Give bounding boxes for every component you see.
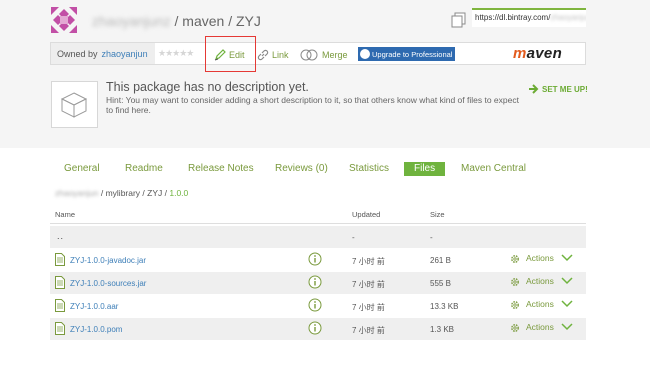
tab-files[interactable]: Files <box>404 162 446 176</box>
chevron-down-icon[interactable] <box>561 300 573 308</box>
tab-general[interactable]: General <box>64 163 100 174</box>
header-name[interactable]: Name <box>55 210 75 219</box>
file-size: 261 B <box>430 256 451 265</box>
file-updated: 7 小时 前 <box>352 303 385 312</box>
file-icon <box>55 322 65 335</box>
info-icon[interactable] <box>308 298 322 312</box>
file-name-link[interactable]: ZYJ-1.0.0.aar <box>70 302 118 311</box>
breadcrumb-path[interactable]: / maven / ZYJ <box>175 13 261 29</box>
tab-reviews[interactable]: Reviews (0) <box>275 163 328 174</box>
tab-readme[interactable]: Readme <box>125 163 163 174</box>
actions-button[interactable]: Actions <box>526 299 554 309</box>
parent-size: - <box>430 233 433 242</box>
chevron-down-icon[interactable] <box>561 254 573 262</box>
merge-icon <box>300 49 318 61</box>
owned-by: Owned by zhaoyanjun <box>51 43 155 64</box>
file-path-breadcrumb: zhaoyanjun / mylibrary / ZYJ / 1.0.0 <box>55 188 188 198</box>
gear-icon[interactable] <box>510 277 520 287</box>
set-me-up-label: SET ME UP! <box>542 85 588 94</box>
table-row[interactable]: ZYJ-1.0.0.aar 7 小时 前 13.3 KB Actions <box>50 295 586 317</box>
info-icon[interactable] <box>308 252 322 266</box>
download-url-blurred: zhaoyanjun <box>550 13 586 22</box>
actions-button[interactable]: Actions <box>526 276 554 286</box>
maven-logo: maven <box>513 45 563 62</box>
owned-by-label: Owned by <box>57 49 98 59</box>
table-row[interactable]: ZYJ-1.0.0-javadoc.jar 7 小时 前 261 B Actions <box>50 249 586 271</box>
rating-stars[interactable]: ★★★★★ <box>158 48 194 59</box>
info-icon[interactable] <box>308 321 322 335</box>
chevron-down-icon[interactable] <box>561 323 573 331</box>
file-size: 13.3 KB <box>430 302 459 311</box>
header-updated[interactable]: Updated <box>352 210 380 219</box>
parent-directory-link[interactable]: .. <box>57 231 64 241</box>
description-hint: Hint: You may want to consider adding a … <box>106 95 519 115</box>
actions-button[interactable]: Actions <box>526 253 554 263</box>
file-updated: 7 小时 前 <box>352 280 385 289</box>
avatar[interactable] <box>51 7 77 33</box>
file-size: 1.3 KB <box>430 325 455 334</box>
file-name-link[interactable]: ZYJ-1.0.0.pom <box>70 325 122 334</box>
files-table-header: Name Updated Size <box>50 204 586 224</box>
tab-statistics[interactable]: Statistics <box>349 163 389 174</box>
description-title: This package has no description yet. <box>106 80 309 94</box>
info-icon[interactable] <box>308 275 322 289</box>
table-row[interactable]: ZYJ-1.0.0-sources.jar 7 小时 前 555 B Actions <box>50 272 586 294</box>
file-updated: 7 小时 前 <box>352 326 385 335</box>
gear-icon[interactable] <box>510 323 520 333</box>
set-me-up-arrow-icon <box>529 84 539 94</box>
edit-highlight-box <box>205 36 256 72</box>
file-icon <box>55 299 65 312</box>
package-box-icon <box>60 92 88 118</box>
link-button[interactable]: Link <box>257 49 289 61</box>
owner-link[interactable]: zhaoyanjun <box>102 49 148 59</box>
parent-updated: - <box>352 233 355 242</box>
path-middle[interactable]: / mylibrary / ZYJ / <box>101 188 167 198</box>
gear-icon[interactable] <box>510 300 520 310</box>
parent-directory-row[interactable]: .. - - <box>50 226 586 248</box>
download-url-field[interactable]: https://dl.bintray.com/zhaoyanjun <box>472 8 586 27</box>
copy-icon[interactable] <box>451 12 467 28</box>
link-icon <box>257 49 269 61</box>
file-icon <box>55 276 65 289</box>
download-url-text: https://dl.bintray.com/ <box>475 13 551 22</box>
tab-release-notes[interactable]: Release Notes <box>188 163 254 174</box>
link-label: Link <box>272 50 289 60</box>
upgrade-label: Upgrade to Professional <box>372 50 453 59</box>
path-owner[interactable]: zhaoyanjun <box>55 188 98 198</box>
set-me-up-button[interactable]: SET ME UP! <box>528 84 588 94</box>
merge-button[interactable]: Merge <box>299 49 348 61</box>
actions-button[interactable]: Actions <box>526 322 554 332</box>
file-name-link[interactable]: ZYJ-1.0.0-javadoc.jar <box>70 256 146 265</box>
header-size[interactable]: Size <box>430 210 445 219</box>
tab-maven-central[interactable]: Maven Central <box>461 163 526 174</box>
package-toolbar: Owned by zhaoyanjun ★★★★★ Edit Link Merge… <box>50 42 586 65</box>
file-size: 555 B <box>430 279 451 288</box>
upgrade-icon <box>360 49 370 59</box>
merge-label: Merge <box>322 50 348 60</box>
package-icon <box>51 81 98 128</box>
table-row[interactable]: ZYJ-1.0.0.pom 7 小时 前 1.3 KB Actions <box>50 318 586 340</box>
file-name-link[interactable]: ZYJ-1.0.0-sources.jar <box>70 279 146 288</box>
gear-icon[interactable] <box>510 254 520 264</box>
breadcrumb-owner[interactable]: zhaoyanjunz <box>92 13 171 29</box>
file-updated: 7 小时 前 <box>352 257 385 266</box>
path-current[interactable]: 1.0.0 <box>169 188 188 198</box>
upgrade-button[interactable]: Upgrade to Professional <box>358 47 456 61</box>
breadcrumb: zhaoyanjunz / maven / ZYJ <box>92 13 261 29</box>
chevron-down-icon[interactable] <box>561 277 573 285</box>
file-icon <box>55 253 65 266</box>
